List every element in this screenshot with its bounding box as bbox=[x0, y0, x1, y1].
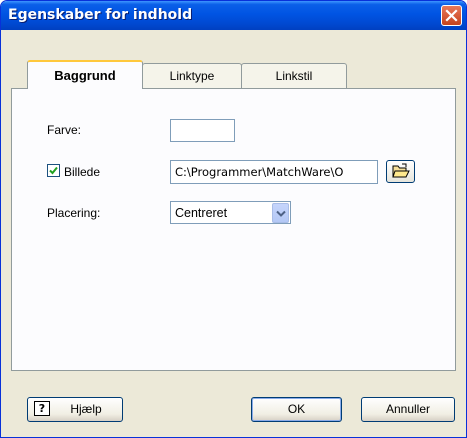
tab-label: Linkstil bbox=[275, 69, 313, 83]
browse-button[interactable] bbox=[386, 160, 415, 183]
close-button[interactable] bbox=[441, 5, 462, 26]
cancel-button[interactable]: Annuller bbox=[361, 397, 455, 422]
folder-open-icon bbox=[392, 163, 410, 178]
window-title: Egenskaber for indhold bbox=[8, 7, 193, 23]
placement-label: Placering: bbox=[47, 206, 101, 220]
close-icon bbox=[445, 9, 458, 22]
title-bar[interactable]: Egenskaber for indhold bbox=[1, 1, 466, 30]
image-path-value: C:\Programmer\MatchWare\O bbox=[175, 165, 344, 179]
help-button-label: Hjælp bbox=[70, 402, 102, 416]
tab-baggrund[interactable]: Baggrund bbox=[27, 60, 143, 89]
image-checkbox-label[interactable]: Billede bbox=[64, 165, 100, 179]
ok-button-label: OK bbox=[287, 402, 306, 416]
tab-label: Linktype bbox=[169, 69, 215, 83]
image-path-field[interactable]: C:\Programmer\MatchWare\O bbox=[170, 160, 378, 184]
chevron-down-icon bbox=[276, 210, 286, 217]
color-label: Farve: bbox=[47, 123, 82, 137]
placement-select[interactable]: Centreret bbox=[170, 201, 291, 224]
tab-linktype[interactable]: Linktype bbox=[142, 63, 242, 89]
color-field[interactable] bbox=[170, 119, 235, 142]
tab-linkstil[interactable]: Linkstil bbox=[241, 63, 347, 89]
placement-value: Centreret bbox=[175, 206, 228, 220]
checkmark-icon bbox=[49, 166, 58, 175]
tab-label: Baggrund bbox=[54, 68, 116, 83]
cancel-button-label: Annuller bbox=[385, 402, 431, 416]
question-mark-icon: ? bbox=[34, 401, 50, 416]
ok-button[interactable]: OK bbox=[251, 397, 342, 422]
image-checkbox[interactable] bbox=[47, 164, 60, 177]
help-button[interactable]: ? Hjælp bbox=[27, 397, 123, 422]
dropdown-button[interactable] bbox=[272, 203, 289, 223]
dialog-window: Egenskaber for indhold Baggrund Linktype… bbox=[0, 0, 467, 438]
